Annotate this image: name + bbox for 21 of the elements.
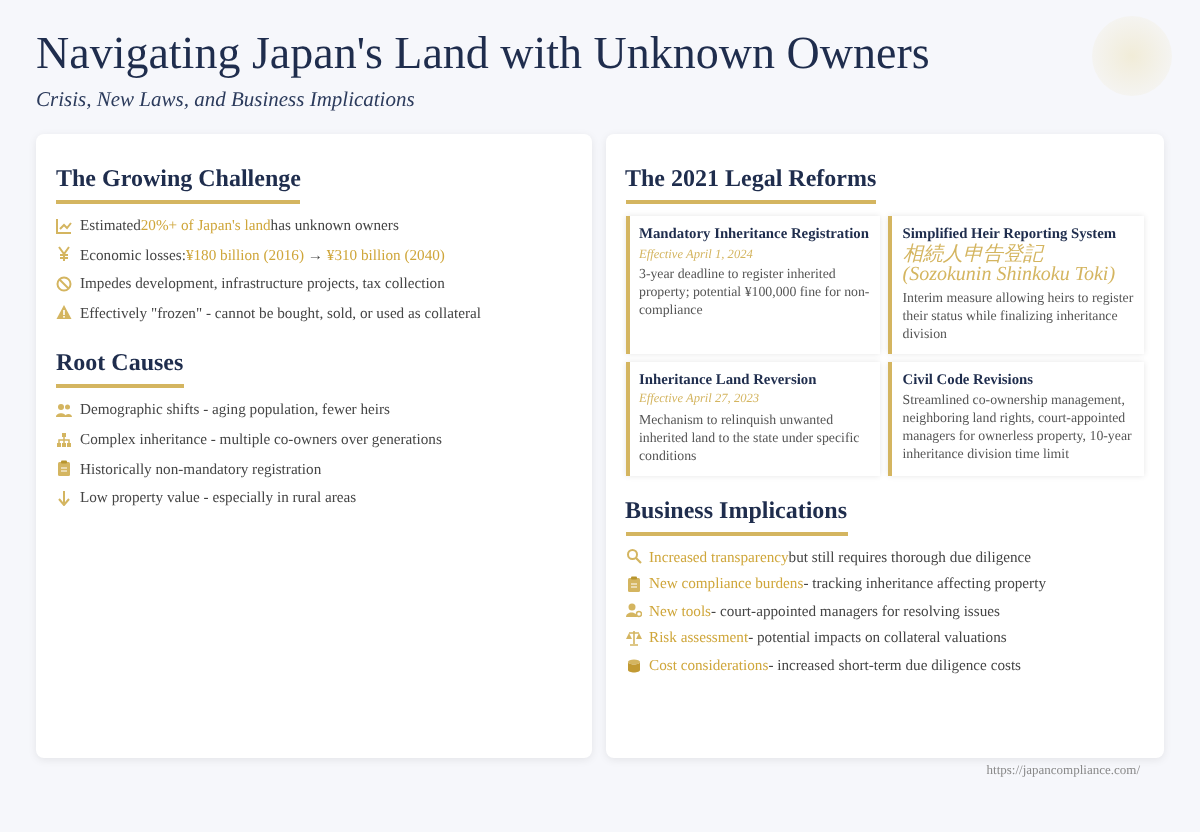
clipboard-icon [625,575,641,592]
section-heading: The Growing Challenge [56,160,301,205]
page-title: Navigating Japan's Land with Unknown Owners [36,28,930,79]
section-heading: Root Causes [56,344,184,389]
section-heading: The 2021 Legal Reforms [625,160,877,205]
coins-icon [625,657,641,674]
reform-note: 相続人申告登記 (Sozokunin Shinkoku Toki) [902,245,1118,288]
user-gear-icon [625,602,641,619]
yen-icon [56,246,72,263]
clipboard-icon [56,460,72,477]
search-icon [625,548,641,565]
ban-icon [56,275,72,292]
chart-icon [56,217,72,234]
decor-circle [1092,16,1172,96]
people-icon [56,402,72,419]
hierarchy-icon [56,431,72,448]
warning-icon [56,304,72,321]
arrow-down-icon [56,489,72,506]
scale-icon [625,629,641,646]
page-subtitle: Crisis, New Laws, and Business Implications [36,88,415,117]
section-heading: Business Implications [625,491,848,536]
